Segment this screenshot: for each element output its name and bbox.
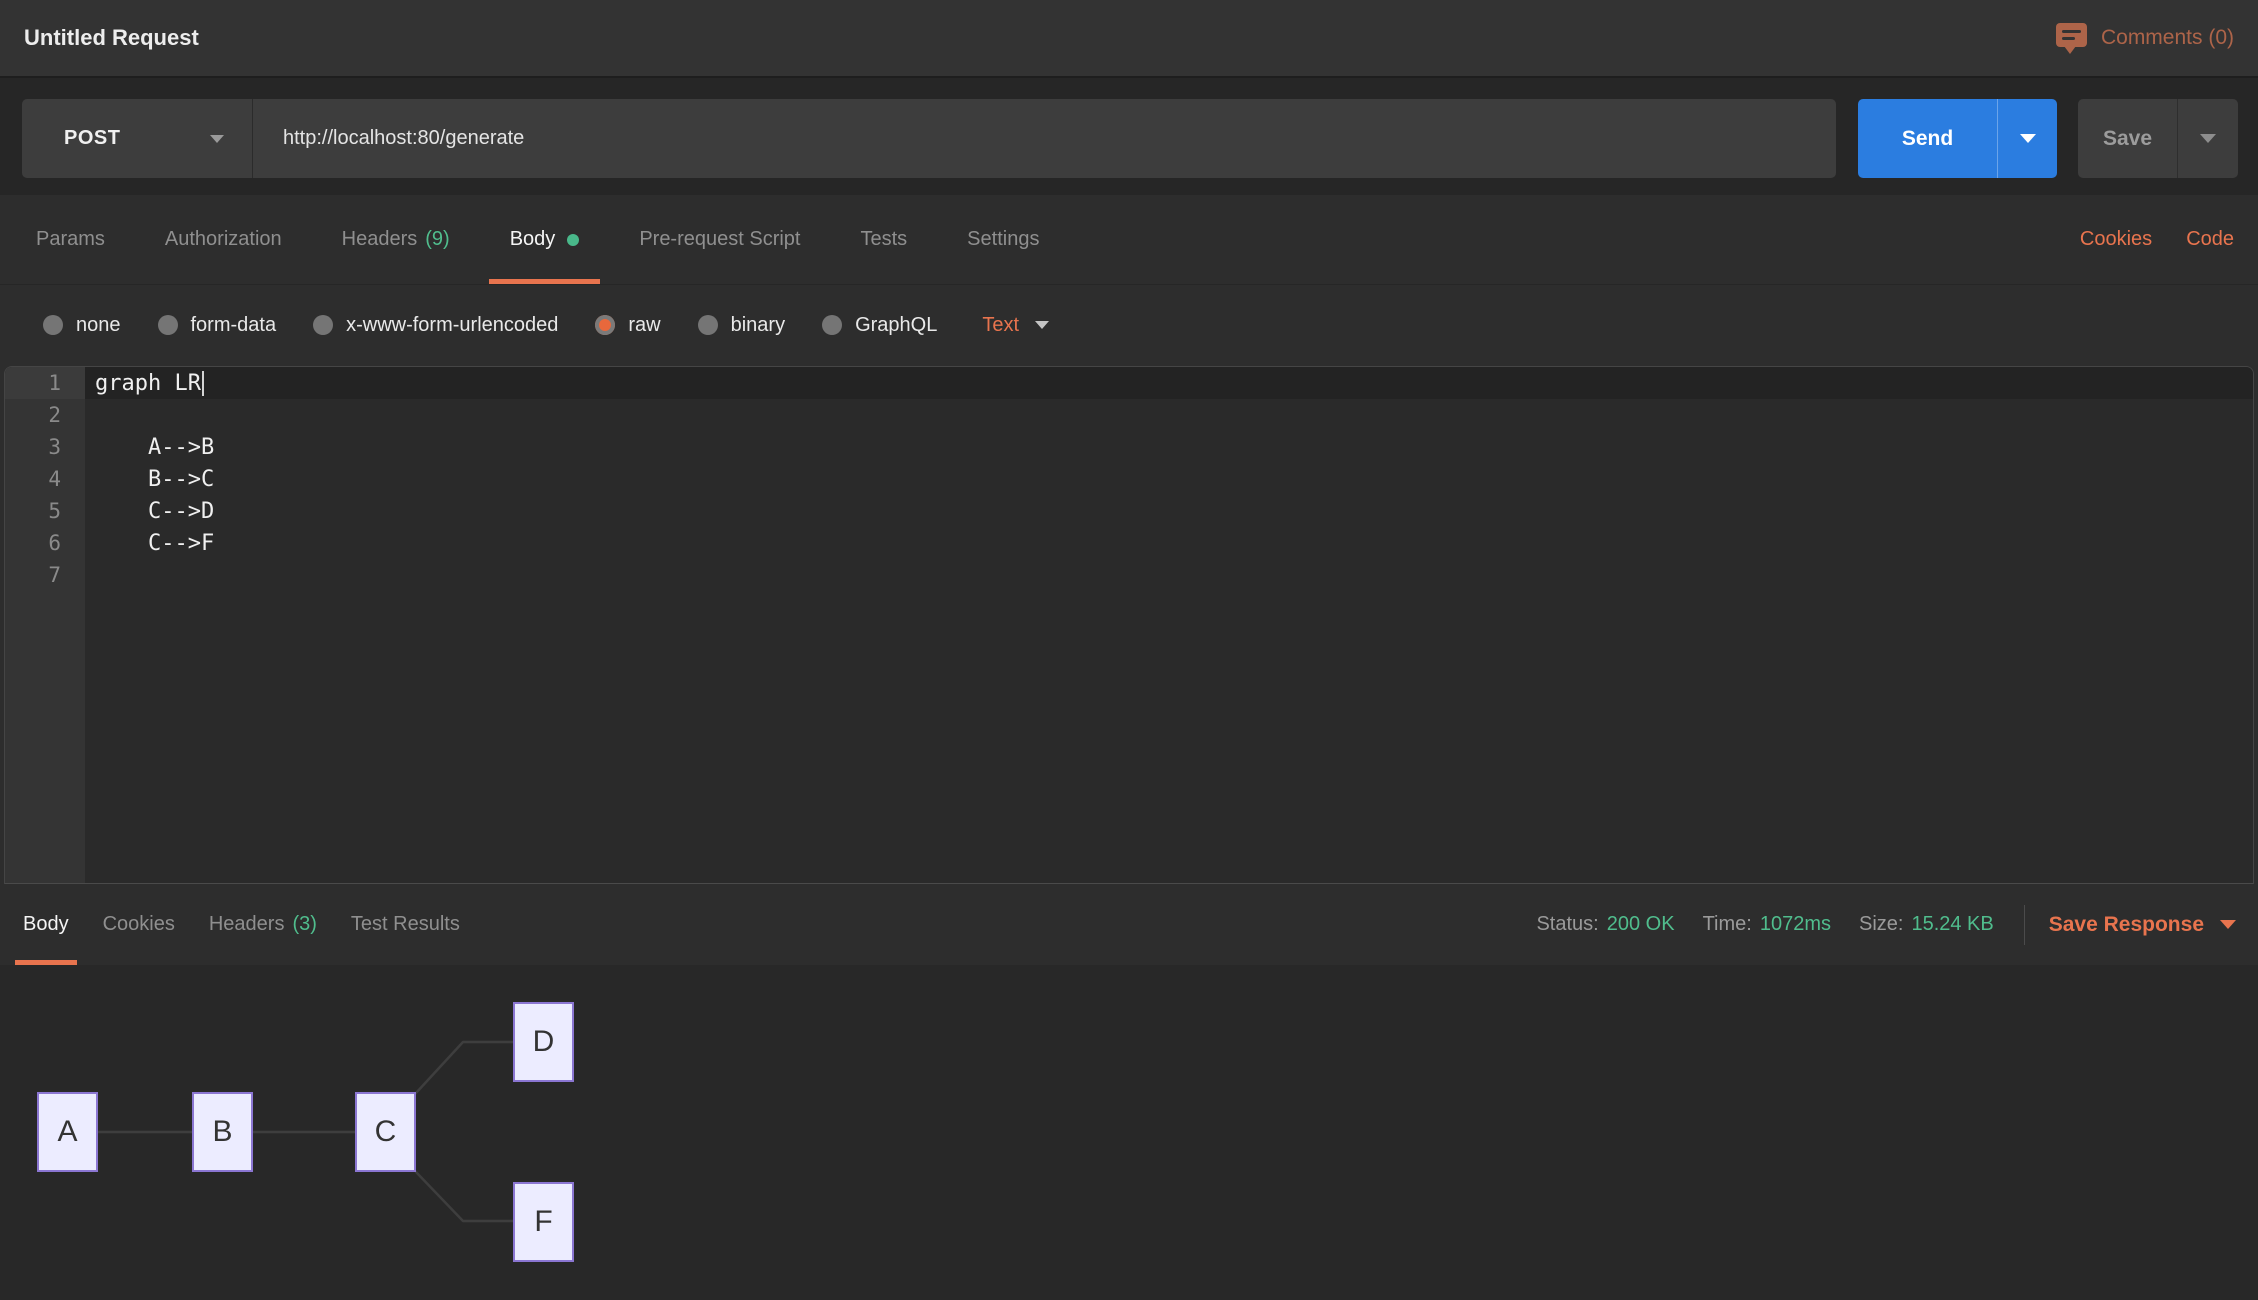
code-text: A-->B (85, 431, 2253, 463)
graph-node-c: C (355, 1092, 416, 1172)
status-label: Status: (1536, 913, 1598, 936)
graph-node-d: D (513, 1002, 574, 1082)
response-body-preview: A B C D F (0, 965, 2258, 1300)
line-number: 2 (5, 399, 85, 431)
editor-line: 7 (5, 559, 2253, 591)
body-mode-binary[interactable]: binary (698, 314, 785, 337)
line-number: 6 (5, 527, 85, 559)
editor-line: 3 A-->B (5, 431, 2253, 463)
body-has-content-dot (567, 234, 579, 246)
radio-icon (313, 315, 333, 335)
editor-line: 4 B-->C (5, 463, 2253, 495)
raw-format-value: Text (982, 314, 1019, 337)
tab-pre-request-script[interactable]: Pre-request Script (609, 195, 830, 284)
code-text (85, 399, 2253, 431)
raw-format-select[interactable]: Text (982, 314, 1049, 337)
chevron-down-icon (1035, 321, 1049, 329)
method-label: POST (64, 127, 120, 150)
editor-line: 5 C-->D (5, 495, 2253, 527)
response-tab-cookies[interactable]: Cookies (86, 884, 192, 965)
top-bar: Untitled Request Comments (0) (0, 0, 2258, 78)
code-text: graph LR (95, 371, 201, 396)
text-cursor (202, 371, 204, 396)
time-value: 1072ms (1760, 913, 1831, 936)
save-options-arrow[interactable] (2178, 99, 2238, 178)
chevron-down-icon (2020, 134, 2036, 143)
save-response-button[interactable]: Save Response (2049, 913, 2236, 937)
code-editor[interactable]: 1 graph LR 2 3 A-->B 4 B-->C 5 C-->D 6 C… (4, 366, 2254, 884)
body-mode-bar: none form-data x-www-form-urlencoded raw… (0, 285, 2258, 365)
comments-label: Comments (0) (2101, 26, 2234, 50)
save-button[interactable]: Save (2078, 99, 2238, 178)
status-value: 200 OK (1607, 913, 1675, 936)
response-header: Body Cookies Headers (3) Test Results St… (0, 884, 2258, 965)
radio-icon (822, 315, 842, 335)
code-link[interactable]: Code (2186, 228, 2234, 251)
tab-settings[interactable]: Settings (937, 195, 1069, 284)
request-tabs-bar: Params Authorization Headers (9) Body Pr… (0, 195, 2258, 285)
chevron-down-icon (2200, 134, 2216, 143)
url-input[interactable] (253, 99, 1836, 178)
chevron-down-icon (2220, 920, 2236, 929)
request-row: POST Send Save (0, 80, 2258, 195)
editor-line: 6 C-->F (5, 527, 2253, 559)
radio-icon (43, 315, 63, 335)
graph-node-b: B (192, 1092, 253, 1172)
tab-authorization[interactable]: Authorization (135, 195, 312, 284)
comment-icon (2056, 23, 2087, 53)
graph-node-f: F (513, 1182, 574, 1262)
size-label: Size: (1859, 913, 1903, 936)
size-value: 15.24 KB (1911, 913, 1993, 936)
code-text (85, 559, 2253, 591)
code-text: C-->D (85, 495, 2253, 527)
divider (2024, 905, 2025, 945)
body-mode-x-www-form-urlencoded[interactable]: x-www-form-urlencoded (313, 314, 558, 337)
tab-body[interactable]: Body (480, 195, 610, 284)
tab-headers[interactable]: Headers (9) (312, 195, 480, 284)
url-box: POST (22, 99, 1836, 178)
send-options-arrow[interactable] (1998, 99, 2057, 178)
graph-edges (0, 965, 2258, 1300)
radio-icon (698, 315, 718, 335)
radio-icon (158, 315, 178, 335)
radio-selected-icon (595, 315, 615, 335)
request-title: Untitled Request (24, 25, 199, 51)
editor-line: 1 graph LR (5, 367, 2253, 399)
save-label[interactable]: Save (2078, 99, 2177, 178)
method-select[interactable]: POST (22, 99, 253, 178)
line-number: 7 (5, 559, 85, 591)
line-number: 4 (5, 463, 85, 495)
tab-params[interactable]: Params (6, 195, 135, 284)
body-mode-raw[interactable]: raw (595, 314, 660, 337)
send-label[interactable]: Send (1858, 99, 1997, 178)
body-mode-form-data[interactable]: form-data (158, 314, 277, 337)
response-headers-count: (3) (292, 913, 316, 936)
line-number: 5 (5, 495, 85, 527)
cookies-link[interactable]: Cookies (2080, 228, 2152, 251)
request-body-editor-section: 1 graph LR 2 3 A-->B 4 B-->C 5 C-->D 6 C… (0, 365, 2258, 884)
comments-button[interactable]: Comments (0) (2056, 23, 2234, 53)
graph-node-a: A (37, 1092, 98, 1172)
time-label: Time: (1703, 913, 1752, 936)
chevron-down-icon (210, 135, 224, 143)
code-text: B-->C (85, 463, 2253, 495)
code-text: C-->F (85, 527, 2253, 559)
response-tab-headers[interactable]: Headers (3) (192, 884, 334, 965)
send-button[interactable]: Send (1858, 99, 2057, 178)
editor-line: 2 (5, 399, 2253, 431)
line-number: 3 (5, 431, 85, 463)
response-meta: Status: 200 OK Time: 1072ms Size: 15.24 … (1536, 884, 2258, 965)
tab-tests[interactable]: Tests (830, 195, 937, 284)
response-tab-body[interactable]: Body (6, 884, 86, 965)
line-number: 1 (5, 367, 85, 399)
body-mode-graphql[interactable]: GraphQL (822, 314, 937, 337)
headers-count: (9) (425, 228, 449, 251)
body-mode-none[interactable]: none (43, 314, 121, 337)
response-tab-test-results[interactable]: Test Results (334, 884, 477, 965)
